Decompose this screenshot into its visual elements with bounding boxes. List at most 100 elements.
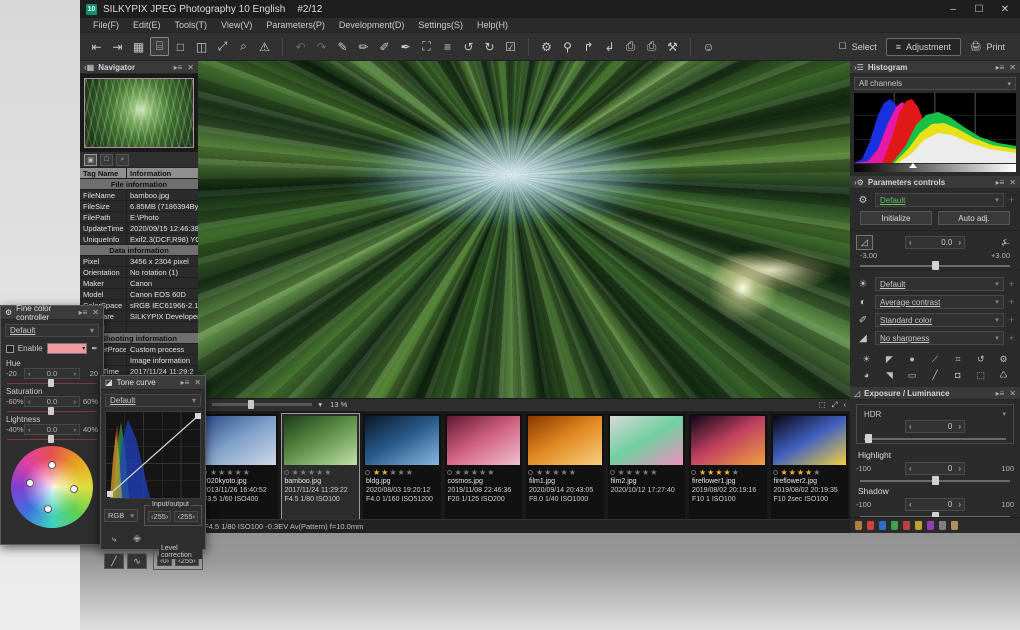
star-icon[interactable]: ★ xyxy=(797,468,804,477)
label-purple[interactable] xyxy=(927,521,934,530)
enable-checkbox[interactable] xyxy=(6,345,14,353)
user-icon[interactable]: ☺ xyxy=(699,37,718,56)
spin-decrement-icon[interactable]: ‹ xyxy=(28,425,31,434)
tone-curve-panel[interactable]: ◪ Tone curve ▸≡ ✕ Default ▾ RGB ▾ Input/… xyxy=(100,375,206,550)
thumbnail-item[interactable]: ★★★★★2020kyoto.jpg2013/11/26 16:40:52F3.… xyxy=(200,414,278,526)
select-mode-button[interactable]: ☐ Select xyxy=(830,38,886,55)
label-lock[interactable] xyxy=(951,521,958,530)
add-taste-icon[interactable]: + xyxy=(1009,195,1014,205)
label-green[interactable] xyxy=(891,521,898,530)
star-icon[interactable]: ★ xyxy=(536,468,543,477)
thumbnail-rating[interactable]: ★★★★★ xyxy=(200,467,278,477)
star-icon[interactable]: ★ xyxy=(781,468,788,477)
label-blue[interactable] xyxy=(879,521,886,530)
star-icon[interactable]: ★ xyxy=(235,468,242,477)
thumbnail-rating[interactable]: ★★★★★ xyxy=(771,467,849,477)
single-view-icon[interactable]: □ xyxy=(171,37,190,56)
zoom-fit-icon[interactable]: ⤢ xyxy=(832,400,838,410)
redo-icon[interactable]: ↷ xyxy=(312,37,331,56)
rotate-left-icon[interactable]: ↺ xyxy=(459,37,478,56)
highlight-slider-knob[interactable] xyxy=(932,476,939,485)
panel-close-icon[interactable]: ✕ xyxy=(1009,389,1016,398)
tone-curve-channel-select[interactable]: RGB ▾ xyxy=(104,509,138,522)
menu-item-help[interactable]: Help(H) xyxy=(470,18,515,33)
thumbnail-item[interactable]: ★★★★★fireflower2.jpg2019/08/02 20:19:35F… xyxy=(771,414,849,526)
star-icon[interactable]: ★ xyxy=(732,468,739,477)
color-label-dot[interactable] xyxy=(773,470,778,475)
fine-color-controller-panel[interactable]: ⚙ Fine color controller ▸≡ ✕ Default ▾ E… xyxy=(0,305,104,545)
panel-menu-icon[interactable]: ▸≡ xyxy=(79,308,88,317)
parameter-select[interactable]: No sharpness▾ xyxy=(875,331,1004,345)
histogram-level-marker[interactable] xyxy=(909,163,917,168)
zoom-slider-thumb[interactable] xyxy=(248,400,254,409)
saturation-slider[interactable] xyxy=(7,411,97,412)
label-red[interactable] xyxy=(903,521,910,530)
star-icon[interactable]: ★ xyxy=(381,468,388,477)
hue-slider[interactable] xyxy=(7,383,97,384)
menu-item-edit[interactable]: Edit(E) xyxy=(126,18,168,33)
rotate-tool-icon[interactable]: ↺ xyxy=(970,352,991,366)
taste-select[interactable]: Default ▾ xyxy=(875,193,1004,207)
color-wheel-point-2[interactable] xyxy=(48,461,56,469)
star-icon[interactable]: ★ xyxy=(789,468,796,477)
thumbnail-item[interactable]: ★★★★★bldg.jpg2020/08/03 19:20:12F4.0 1/1… xyxy=(363,414,441,526)
settings-tool-icon[interactable]: ⚙ xyxy=(993,352,1014,366)
edit-parameters-icon[interactable]: ✐ xyxy=(375,37,394,56)
thumbnail-item[interactable]: ★★★★★fireflower1.jpg2019/08/02 20:19:16F… xyxy=(689,414,767,526)
thumbnail-item[interactable]: ★★★★★bamboo.jpg2017/11/24 11:29:22F4.5 1… xyxy=(282,414,360,526)
grid-view-icon[interactable]: ▦ xyxy=(129,37,148,56)
thumbnail-rating[interactable]: ★★★★★ xyxy=(282,467,360,477)
warning-icon[interactable]: ⚠ xyxy=(255,37,274,56)
highlight-spinner[interactable]: ‹ 0 › xyxy=(905,462,965,475)
maximize-button[interactable]: ☐ xyxy=(966,0,992,18)
star-icon[interactable]: ★ xyxy=(626,468,633,477)
star-icon[interactable]: ★ xyxy=(308,468,315,477)
menu-item-view[interactable]: View(V) xyxy=(214,18,259,33)
exposure-slider-knob[interactable] xyxy=(932,261,939,270)
spin-increment-icon[interactable]: › xyxy=(74,369,77,378)
highlight-tool-icon[interactable]: ◕ xyxy=(856,368,877,382)
color-wheel[interactable] xyxy=(11,446,93,528)
star-icon[interactable]: ★ xyxy=(218,468,225,477)
exposure-slider[interactable] xyxy=(860,265,1010,267)
zoom-prev-icon[interactable]: ‹ xyxy=(844,400,847,410)
star-icon[interactable]: ★ xyxy=(373,468,380,477)
color-tool-icon[interactable]: ⟋ xyxy=(925,352,946,366)
undo-icon[interactable]: ↶ xyxy=(291,37,310,56)
zoom-slider[interactable] xyxy=(212,403,312,406)
spin-increment-icon[interactable]: › xyxy=(74,425,77,434)
tone-curve-graph[interactable] xyxy=(105,411,201,499)
star-icon[interactable]: ★ xyxy=(642,468,649,477)
add-parameter-icon[interactable]: + xyxy=(1009,279,1014,289)
star-icon[interactable]: ★ xyxy=(471,468,478,477)
menu-item-development[interactable]: Development(D) xyxy=(332,18,412,33)
star-icon[interactable]: ★ xyxy=(300,468,307,477)
batch-develop-icon[interactable]: ⚙ xyxy=(537,37,556,56)
histogram-level-ramp[interactable] xyxy=(854,164,1016,172)
hue-spinner[interactable]: ‹ 0.0 › xyxy=(24,368,80,379)
shadow-spinner[interactable]: ‹ 0 › xyxy=(905,498,965,511)
hdr-select[interactable]: HDR ▾ xyxy=(860,408,1010,420)
star-icon[interactable]: ★ xyxy=(324,468,331,477)
panel-close-icon[interactable]: ✕ xyxy=(1009,178,1016,187)
white-balance-tool-icon[interactable]: ☀ xyxy=(856,352,877,366)
star-icon[interactable]: ★ xyxy=(618,468,625,477)
gradient-tool-icon[interactable]: ◥ xyxy=(879,368,900,382)
star-icon[interactable]: ★ xyxy=(715,468,722,477)
star-icon[interactable]: ★ xyxy=(561,468,568,477)
curve-point-icon[interactable]: ⤷ xyxy=(104,531,124,547)
minimize-button[interactable]: – xyxy=(940,0,966,18)
panel-close-icon[interactable]: ✕ xyxy=(1009,63,1016,72)
star-icon[interactable]: ★ xyxy=(634,468,641,477)
menu-item-tools[interactable]: Tools(T) xyxy=(168,18,215,33)
linear-curve-icon[interactable]: ╱ xyxy=(104,553,124,569)
nav-zoom-icon[interactable]: ⌕ xyxy=(116,154,129,166)
dodge-burn-tool-icon[interactable]: ● xyxy=(902,352,923,366)
line-tool-icon[interactable]: ╱ xyxy=(925,368,946,382)
spin-decrement-icon[interactable]: ‹ xyxy=(28,397,31,406)
spin-increment-icon[interactable]: › xyxy=(958,238,961,247)
thumbnail-rating[interactable]: ★★★★★ xyxy=(608,467,686,477)
star-icon[interactable]: ★ xyxy=(406,468,413,477)
menu-item-file[interactable]: File(F) xyxy=(86,18,126,33)
output-spinner[interactable]: ‹ 255 › xyxy=(174,511,198,522)
